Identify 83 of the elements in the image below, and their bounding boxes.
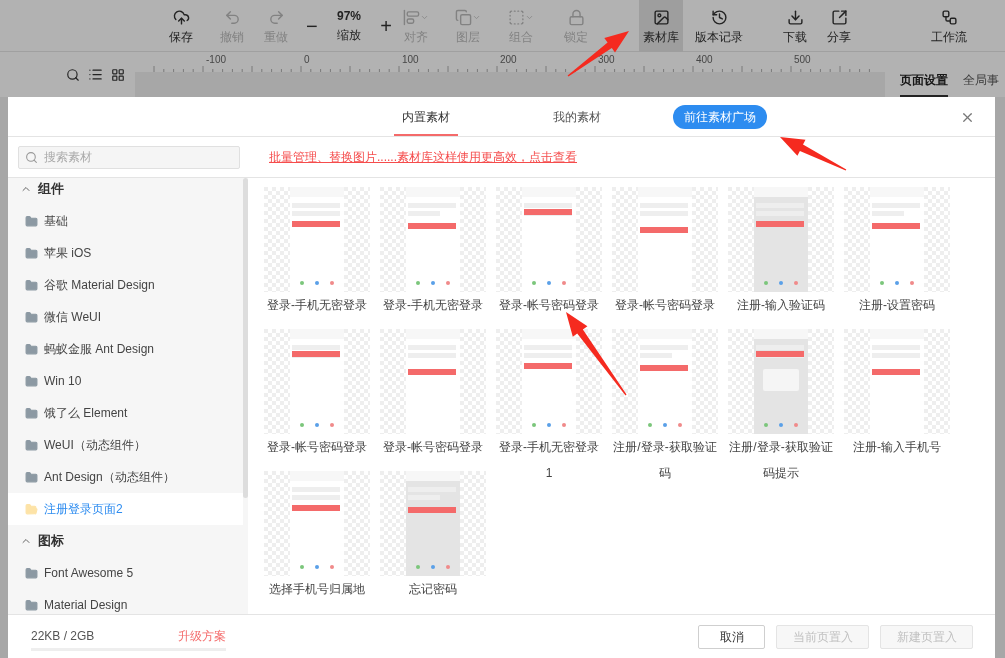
folder-icon: [25, 310, 38, 324]
asset-label: 注册-输入验证码: [737, 297, 825, 314]
folder-item[interactable]: WeUI（动态组件）: [8, 429, 243, 461]
asset-label: 注册-输入手机号: [853, 439, 941, 456]
storage-usage: 22KB / 2GB: [31, 627, 95, 645]
list-icon[interactable]: [88, 67, 103, 82]
asset-label: 登录-帐号密码登录: [615, 297, 715, 314]
toolbar-icon: [403, 8, 420, 26]
folder-item[interactable]: Font Awesome 5: [8, 557, 243, 589]
asset-label: 登录-帐号密码登录: [267, 439, 367, 456]
folder-item[interactable]: 微信 WeUI: [8, 301, 243, 333]
section-header[interactable]: 图标: [8, 525, 243, 557]
panel-tab[interactable]: 全局事: [963, 71, 999, 97]
toolbar-button[interactable]: 分享: [817, 0, 861, 52]
toolbar-button[interactable]: 素材库: [639, 0, 683, 52]
folder-item[interactable]: 苹果 iOS: [8, 237, 243, 269]
toolbar-icon: [455, 8, 472, 26]
folder-icon: [25, 214, 38, 228]
toolbar-icon: [508, 8, 525, 26]
toolbar-button[interactable]: 下载: [773, 0, 817, 52]
folder-item[interactable]: 基础: [8, 205, 243, 237]
asset-label: 选择手机号归属地: [269, 581, 365, 598]
search-icon[interactable]: [66, 67, 80, 82]
ruler-label: -100: [206, 53, 227, 67]
toolbar-icon: [786, 8, 804, 26]
toolbar-icon: [172, 8, 190, 26]
folder-item[interactable]: Ant Design（动态组件）: [8, 461, 243, 493]
ruler-label: 300: [598, 53, 616, 67]
footer-button[interactable]: 取消: [698, 624, 765, 649]
ruler-label: 200: [500, 53, 518, 67]
asset-label: 注册/登录-获取验证 码: [613, 439, 717, 482]
asset-label: 登录-手机无密登录 1: [499, 439, 599, 482]
folder-icon: [25, 406, 38, 420]
toolbar-button[interactable]: 版本记录: [689, 0, 749, 52]
toolbar-button[interactable]: 工作流: [924, 0, 974, 52]
grid-icon[interactable]: [111, 67, 125, 82]
close-icon[interactable]: [960, 110, 975, 125]
zoom-in-button[interactable]: +: [380, 11, 392, 41]
folder-item[interactable]: Material Design: [8, 589, 243, 614]
folder-item[interactable]: 谷歌 Material Design: [8, 269, 243, 301]
dialog-tab[interactable]: 内置素材: [394, 97, 458, 136]
asset-label: 登录-帐号密码登录: [499, 297, 599, 314]
search-icon: [25, 150, 38, 164]
toolbar-icon: [710, 8, 728, 26]
folder-item[interactable]: Win 10: [8, 365, 243, 397]
toolbar-icon: [940, 8, 958, 26]
search-field[interactable]: 搜索素材: [18, 145, 240, 169]
folder-icon: [25, 438, 38, 452]
toolbar-icon: [223, 8, 241, 26]
ruler-label: 0: [304, 53, 311, 67]
folder-item[interactable]: 饿了么 Element: [8, 397, 243, 429]
folder-icon: [25, 374, 38, 388]
toolbar-icon: [567, 8, 585, 26]
zoom-value: 97%: [337, 8, 361, 25]
ruler-label: 100: [402, 53, 420, 67]
toolbar-button[interactable]: 保存: [159, 0, 203, 52]
toolbar-icon: [267, 8, 285, 26]
asset-label: 注册/登录-获取验证 码提示: [729, 439, 833, 482]
ruler-label: 500: [794, 53, 812, 67]
folder-icon: [25, 598, 38, 612]
ruler-label: 400: [696, 53, 714, 67]
folder-icon: [25, 246, 38, 260]
folder-icon: [25, 342, 38, 356]
toolbar-icon: [830, 8, 848, 26]
asset-label: 注册-设置密码: [859, 297, 935, 314]
annotation-arrow: [780, 137, 847, 171]
asset-label: 登录-手机无密登录: [383, 297, 483, 314]
zoom-out-button[interactable]: −: [306, 11, 318, 41]
folder-icon: [25, 470, 38, 484]
folder-item[interactable]: 注册登录页面2: [8, 493, 243, 525]
asset-label: 忘记密码: [409, 581, 457, 598]
folder-icon: [25, 566, 38, 580]
toolbar-icon: [652, 8, 670, 26]
folder-icon: [25, 278, 38, 292]
dialog-tab[interactable]: 我的素材: [545, 97, 609, 136]
section-header[interactable]: 组件: [8, 178, 243, 205]
zoom-label: 缩放: [337, 27, 361, 44]
folder-item[interactable]: 蚂蚁金服 Ant Design: [8, 333, 243, 365]
asset-label: 登录-手机无密登录: [267, 297, 367, 314]
folder-icon: [25, 502, 38, 516]
asset-label: 登录-帐号密码登录: [383, 439, 483, 456]
search-input[interactable]: 搜索素材: [44, 148, 233, 166]
tip-link[interactable]: 批量管理、替换图片......素材库这样使用更高效，点击查看: [269, 148, 577, 166]
